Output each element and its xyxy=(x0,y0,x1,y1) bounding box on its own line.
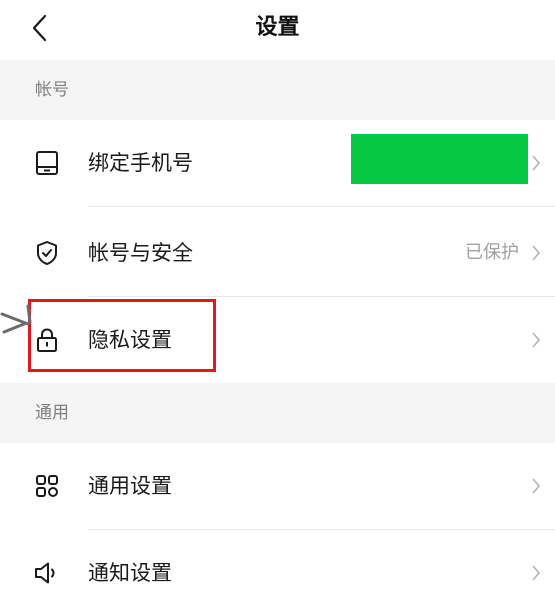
top-bar: 设置 xyxy=(0,0,555,60)
chevron-right-icon xyxy=(529,562,543,584)
row-label: 隐私设置 xyxy=(88,328,172,352)
row-privacy-settings[interactable]: 隐私设置 xyxy=(0,297,555,383)
back-button[interactable] xyxy=(22,8,56,48)
chevron-right-icon xyxy=(529,242,543,264)
row-account-security[interactable]: 帐号与安全 已保护 xyxy=(0,210,555,296)
row-label: 帐号与安全 xyxy=(88,241,193,265)
divider xyxy=(88,206,555,207)
row-general-settings[interactable]: 通用设置 xyxy=(0,443,555,529)
lock-icon xyxy=(34,327,60,353)
redaction-block xyxy=(351,134,528,184)
section-header-account: 帐号 xyxy=(0,60,555,120)
chevron-right-icon xyxy=(529,475,543,497)
grid-icon xyxy=(34,473,60,499)
section-header-general: 通用 xyxy=(0,383,555,443)
shield-check-icon xyxy=(34,240,60,266)
speaker-icon xyxy=(34,560,60,586)
row-notification-settings[interactable]: 通知设置 xyxy=(0,530,555,616)
row-label: 绑定手机号 xyxy=(88,151,193,175)
phone-icon xyxy=(34,150,60,176)
row-label: 通用设置 xyxy=(88,474,172,498)
page-title: 设置 xyxy=(255,15,300,40)
chevron-left-icon xyxy=(32,14,47,42)
security-status-value: 已保护 xyxy=(465,242,519,263)
row-label: 通知设置 xyxy=(88,561,172,585)
chevron-right-icon xyxy=(529,329,543,351)
chevron-right-icon xyxy=(529,152,543,174)
